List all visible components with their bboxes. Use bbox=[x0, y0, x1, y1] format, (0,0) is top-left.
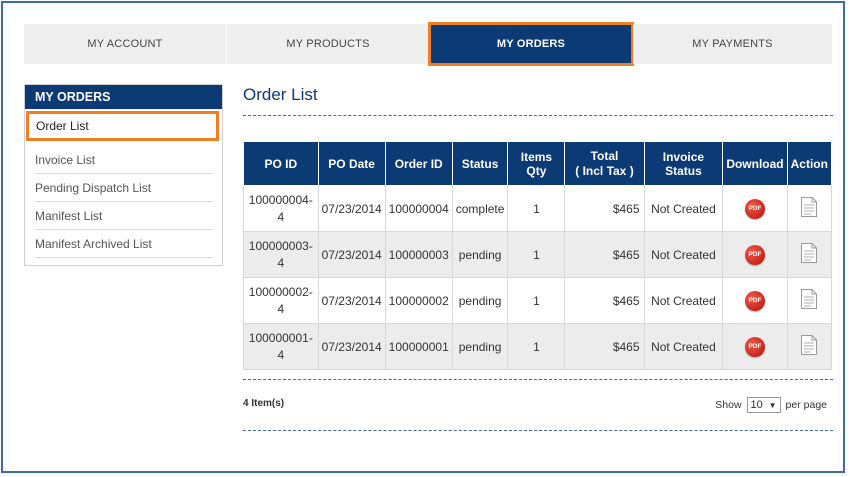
tab-my-account[interactable]: MY ACCOUNT bbox=[24, 24, 226, 64]
document-icon[interactable] bbox=[800, 196, 818, 218]
per-page-value: 10 bbox=[750, 399, 763, 411]
cell-download: PDF bbox=[722, 323, 788, 370]
divider bbox=[243, 115, 833, 116]
col-header-invoice-status: Invoice Status bbox=[643, 141, 724, 186]
cell-total: $465 bbox=[564, 323, 645, 370]
show-label: Show bbox=[715, 399, 742, 411]
cell-total: $465 bbox=[564, 185, 645, 232]
cell-po-date: 07/23/2014 bbox=[317, 231, 386, 278]
po-id-line-1: 100000002- bbox=[248, 284, 313, 299]
items-count: 4 Item(s) bbox=[243, 398, 285, 409]
col-header-items-qty: Items Qty bbox=[507, 141, 566, 186]
cell-order-id: 100000004 bbox=[384, 185, 453, 232]
tab-my-payments[interactable]: MY PAYMENTS bbox=[633, 24, 832, 64]
sidebar-item-manifest-archived-list[interactable]: Manifest Archived List bbox=[35, 230, 213, 258]
cell-invoice-status: Not Created bbox=[643, 231, 724, 278]
po-id-line-1: 100000004- bbox=[248, 192, 313, 207]
cell-items-qty: 1 bbox=[507, 323, 566, 370]
col-header-download: Download bbox=[722, 141, 788, 186]
table-row: 100000001- 4 07/23/2014 100000001 pending 1 $4… bbox=[243, 323, 833, 370]
tab-my-products[interactable]: MY PRODUCTS bbox=[227, 24, 429, 64]
cell-download: PDF bbox=[722, 231, 788, 278]
col-header-action: Action bbox=[786, 141, 833, 186]
cell-status: pending bbox=[451, 323, 509, 370]
po-id-line-2: 4 bbox=[277, 347, 285, 362]
cell-invoice-status: Not Created bbox=[643, 323, 724, 370]
tab-my-orders[interactable]: MY ORDERS bbox=[428, 22, 634, 66]
table-row: 100000002- 4 07/23/2014 100000002 pending 1 $4… bbox=[243, 277, 833, 324]
sidebar: MY ORDERS Order List Invoice List Pendin… bbox=[24, 84, 223, 266]
pdf-icon[interactable]: PDF bbox=[744, 198, 765, 219]
cell-po-date: 07/23/2014 bbox=[317, 185, 386, 232]
cell-items-qty: 1 bbox=[507, 231, 566, 278]
col-header-total: Total ( Incl Tax ) bbox=[564, 141, 645, 186]
cell-po-date: 07/23/2014 bbox=[317, 277, 386, 324]
sidebar-item-manifest-list[interactable]: Manifest List bbox=[35, 202, 213, 230]
cell-items-qty: 1 bbox=[507, 185, 566, 232]
cell-invoice-status: Not Created bbox=[643, 277, 724, 324]
pdf-icon[interactable]: PDF bbox=[744, 244, 765, 265]
table-row: 100000004- 4 07/23/2014 100000004 complete 1 $… bbox=[243, 185, 833, 232]
sidebar-item-order-list[interactable]: Order List bbox=[26, 111, 219, 141]
cell-po-id: 100000003- 4 bbox=[243, 231, 319, 278]
col-header-po-date: PO Date bbox=[317, 141, 386, 186]
cell-order-id: 100000001 bbox=[384, 323, 453, 370]
per-page-label: per page bbox=[785, 399, 827, 411]
cell-po-id: 100000002- 4 bbox=[243, 277, 319, 324]
cell-po-date: 07/23/2014 bbox=[317, 323, 386, 370]
cell-po-id: 100000001- 4 bbox=[243, 323, 319, 370]
po-id-line-1: 100000003- bbox=[248, 238, 313, 253]
sidebar-item-invoice-list[interactable]: Invoice List bbox=[35, 146, 213, 174]
pager: Show 10 ▼ per page bbox=[715, 397, 827, 413]
orders-table: PO ID PO Date Order ID Status Items Qty … bbox=[243, 141, 833, 370]
cell-status: pending bbox=[451, 277, 509, 324]
cell-action bbox=[786, 323, 833, 370]
sidebar-item-pending-dispatch-list[interactable]: Pending Dispatch List bbox=[35, 174, 213, 202]
cell-items-qty: 1 bbox=[507, 277, 566, 324]
cell-po-id: 100000004- 4 bbox=[243, 185, 319, 232]
cell-status: complete bbox=[451, 185, 509, 232]
cell-action bbox=[786, 277, 833, 324]
col-header-po-id: PO ID bbox=[243, 141, 319, 186]
cell-status: pending bbox=[451, 231, 509, 278]
col-header-status: Status bbox=[451, 141, 509, 186]
cell-order-id: 100000003 bbox=[384, 231, 453, 278]
page-title: Order List bbox=[243, 85, 318, 104]
col-header-order-id: Order ID bbox=[384, 141, 453, 186]
cell-action bbox=[786, 231, 833, 278]
per-page-select[interactable]: 10 ▼ bbox=[746, 397, 781, 413]
pdf-icon[interactable]: PDF bbox=[744, 290, 765, 311]
document-icon[interactable] bbox=[800, 242, 818, 264]
dropdown-arrow-icon: ▼ bbox=[768, 400, 777, 410]
pdf-icon[interactable]: PDF bbox=[744, 336, 765, 357]
po-id-line-2: 4 bbox=[277, 255, 285, 270]
cell-download: PDF bbox=[722, 185, 788, 232]
divider bbox=[243, 430, 833, 431]
cell-total: $465 bbox=[564, 231, 645, 278]
cell-total: $465 bbox=[564, 277, 645, 324]
document-icon[interactable] bbox=[800, 334, 818, 356]
document-icon[interactable] bbox=[800, 288, 818, 310]
cell-order-id: 100000002 bbox=[384, 277, 453, 324]
cell-invoice-status: Not Created bbox=[643, 185, 724, 232]
po-id-line-2: 4 bbox=[277, 209, 285, 224]
table-row: 100000003- 4 07/23/2014 100000003 pending 1 $4… bbox=[243, 231, 833, 278]
cell-action bbox=[786, 185, 833, 232]
table-header-row: PO ID PO Date Order ID Status Items Qty … bbox=[243, 141, 833, 186]
divider bbox=[243, 379, 833, 380]
cell-download: PDF bbox=[722, 277, 788, 324]
po-id-line-1: 100000001- bbox=[248, 330, 313, 345]
sidebar-title: MY ORDERS bbox=[25, 85, 222, 109]
top-tabs: MY ACCOUNT MY PRODUCTS MY ORDERS MY PAYM… bbox=[24, 22, 832, 66]
po-id-line-2: 4 bbox=[277, 301, 285, 316]
